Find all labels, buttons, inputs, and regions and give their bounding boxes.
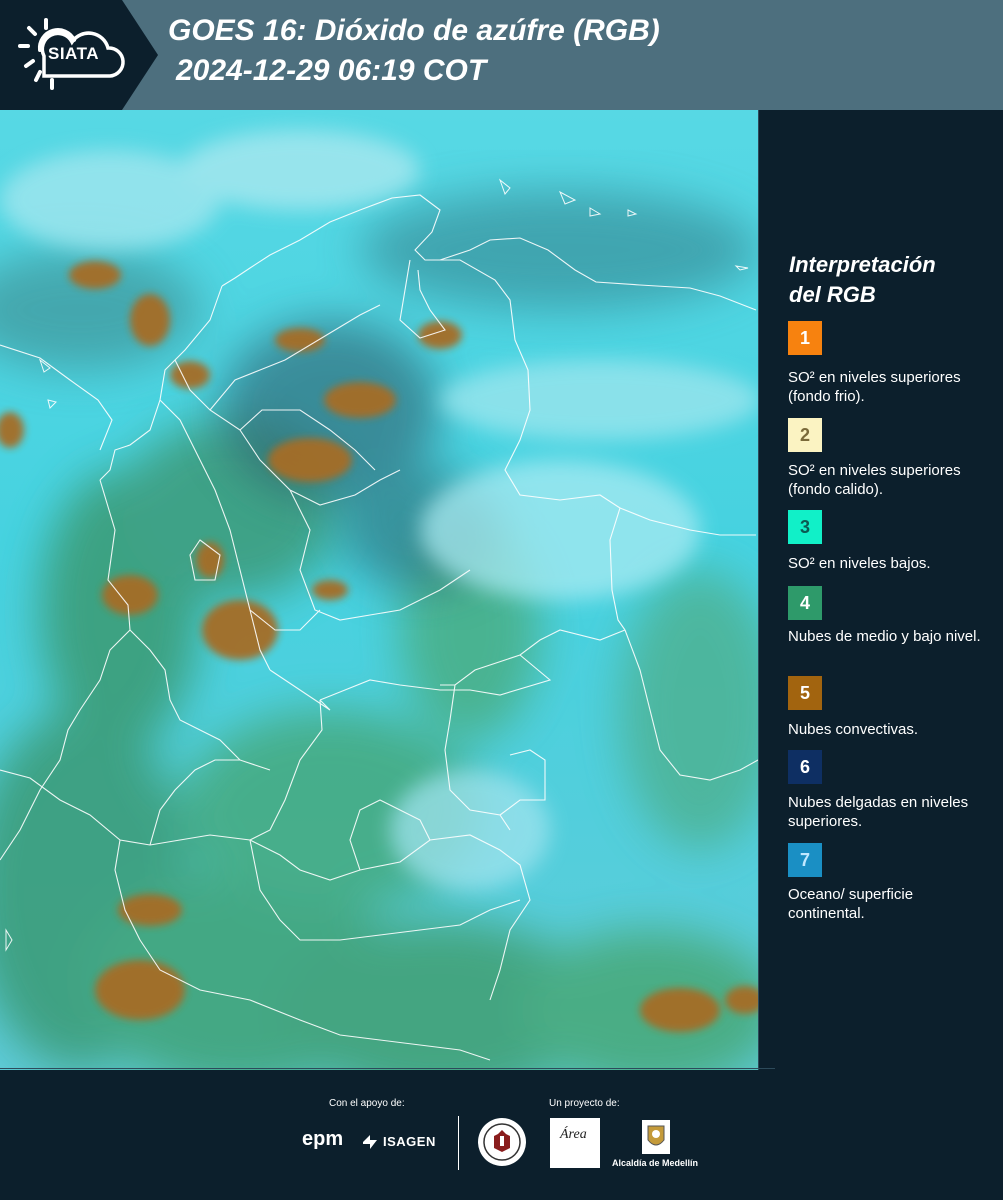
legend-title-line2: del RGB [789,282,876,307]
legend-title: Interpretación del RGB [789,250,989,310]
footer-divider [0,1068,775,1069]
satellite-map [0,110,758,1070]
area-logo-text: Área [560,1127,587,1142]
siata-logo-text: SIATA [48,44,99,63]
legend-label-6: Nubes delgadas en niveles superiores. [788,794,969,830]
legend-label-3: SO² en niveles bajos. [788,555,931,572]
seal-icon [478,1118,526,1166]
legend-label-1: SO² en niveles superiores (fondo frio). [788,369,961,405]
legend-swatch-5: 5 [788,676,822,710]
legend-label-7: Oceano/ superficie continental. [788,886,914,922]
legend-label-2: SO² en niveles superiores (fondo calido)… [788,462,961,498]
isagen-logo-text: ISAGEN [383,1134,436,1149]
legend-swatch-1: 1 [788,321,822,355]
legend-swatch-4: 4 [788,586,822,620]
footer-logo-divider [458,1116,459,1170]
legend-swatch-2: 2 [788,418,822,452]
isagen-logo-icon [363,1135,377,1149]
legend-label-5: Nubes convectivas. [788,721,919,738]
alcaldia-shield-icon [642,1120,670,1154]
footer-project-label: Un proyecto de: [549,1098,620,1109]
legend-swatch-3: 3 [788,510,822,544]
page-timestamp: 2024-12-29 06:19 COT [176,54,487,87]
map-border [758,110,759,1070]
epm-logo-text: epm [302,1128,344,1150]
alcaldia-logo-text: Alcaldía de Medellín [612,1158,699,1168]
legend-label-4: Nubes de medio y bajo nivel. [788,628,981,645]
legend-title-line1: Interpretación [789,252,936,277]
page-title: GOES 16: Dióxido de azúfre (RGB) [168,14,660,47]
area-metropolitana-logo [550,1118,600,1168]
legend-swatch-7: 7 [788,843,822,877]
legend-swatch-6: 6 [788,750,822,784]
footer-support-label: Con el apoyo de: [329,1098,405,1109]
